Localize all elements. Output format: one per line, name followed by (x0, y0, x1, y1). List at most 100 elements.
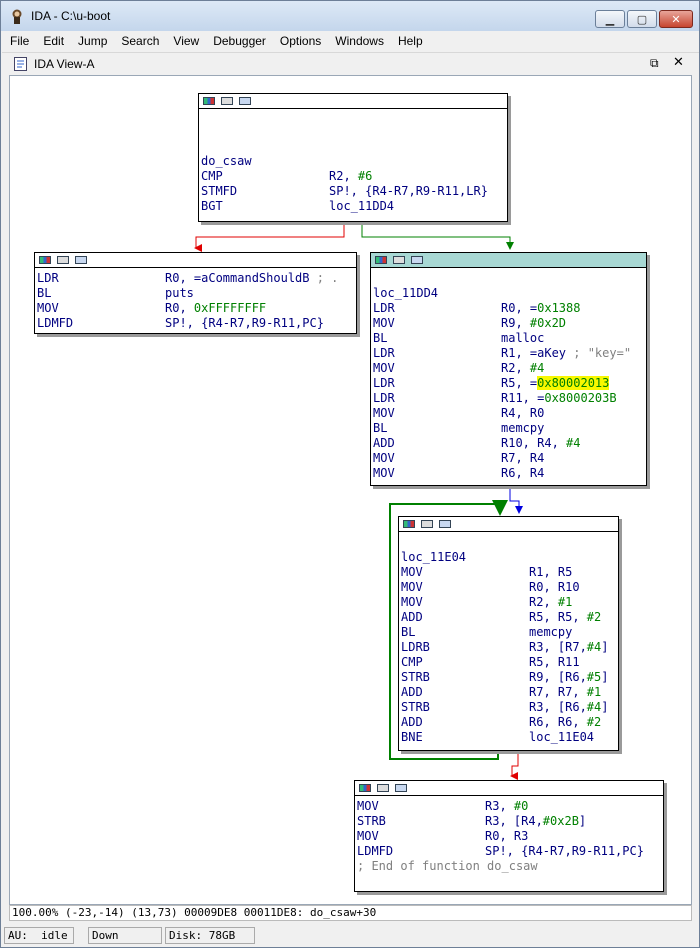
instruction-line[interactable]: MOV R0, R10 (399, 580, 618, 595)
restore-view-icon[interactable]: ⧉ (650, 56, 659, 71)
instruction-line[interactable]: LDR R11, =0x8000203B (371, 391, 646, 406)
operand[interactable]: SP!, {R4-R7,R9-R11,PC} (165, 316, 324, 330)
menu-file[interactable]: File (10, 34, 29, 48)
operand[interactable]: ] (601, 700, 608, 714)
instruction-line[interactable]: MOV R3, #0 (355, 799, 663, 814)
instruction-line[interactable]: LDR R0, =aCommandShouldB ; . (35, 271, 356, 286)
instruction-line[interactable]: LDR R1, =aKey ; "key=" (371, 346, 646, 361)
minimize-button[interactable]: ▁ (595, 10, 625, 28)
operand[interactable]: R2, (529, 595, 558, 609)
operand[interactable]: R9, (501, 316, 530, 330)
instruction-line[interactable]: MOV R2, #4 (371, 361, 646, 376)
group-icon[interactable] (75, 256, 87, 264)
operand[interactable]: #0 (514, 799, 528, 813)
operand[interactable]: #4 (530, 361, 544, 375)
graph-canvas[interactable]: do_csaw CMP R2, #6 STMFD SP!, {R4-R7,R9-R11,… (9, 75, 692, 905)
operand[interactable]: #2 (587, 610, 601, 624)
operand[interactable]: R5, R11 (529, 655, 580, 669)
operand[interactable]: R0, =aCommandShouldB (165, 271, 317, 285)
menu-options[interactable]: Options (280, 34, 321, 48)
operand[interactable]: puts (165, 286, 194, 300)
instruction-line[interactable]: ADD R5, R5, #2 (399, 610, 618, 625)
operand[interactable]: R6, R6, (529, 715, 587, 729)
label-text[interactable]: loc_11DD4 (373, 286, 438, 300)
instruction-line[interactable]: LDMFD SP!, {R4-R7,R9-R11,PC} (35, 316, 356, 331)
operand[interactable]: R3, [R7, (529, 640, 587, 654)
operand[interactable]: SP!, {R4-R7,R9-R11,PC} (485, 844, 644, 858)
operand[interactable]: ] (601, 640, 608, 654)
instruction-line[interactable]: ADD R10, R4, #4 (371, 436, 646, 451)
operand[interactable]: loc_11E04 (529, 730, 594, 744)
label-text[interactable]: do_csaw (201, 154, 252, 168)
operand[interactable]: ] (601, 670, 608, 684)
menu-help[interactable]: Help (398, 34, 423, 48)
operand[interactable]: R2, (329, 169, 358, 183)
graph-icon[interactable] (359, 784, 371, 792)
instruction-line[interactable]: CMP R5, R11 (399, 655, 618, 670)
operand[interactable]: R0, (165, 301, 194, 315)
operand[interactable]: R2, (501, 361, 530, 375)
operand[interactable]: 0x1388 (537, 301, 580, 315)
block-function-end[interactable]: MOV R3, #0 STRB R3, [R4,#0x2B] MOV R0, R3 LDMF… (354, 780, 664, 892)
operand[interactable]: R0, R10 (529, 580, 580, 594)
graph-icon[interactable] (203, 97, 215, 105)
rename-icon[interactable] (221, 97, 233, 105)
operand[interactable]: #4 (587, 640, 601, 654)
group-icon[interactable] (439, 520, 451, 528)
operand[interactable]: #4 (587, 700, 601, 714)
menu-view[interactable]: View (173, 34, 199, 48)
operand[interactable]: ; "key=" (573, 346, 631, 360)
operand[interactable]: malloc (501, 331, 544, 345)
instruction-line[interactable]: LDMFD SP!, {R4-R7,R9-R11,PC} (355, 844, 663, 859)
rename-icon[interactable] (393, 256, 405, 264)
instruction-line[interactable]: STRB R9, [R6,#5] (399, 670, 618, 685)
operand[interactable]: loc_11DD4 (329, 199, 394, 213)
instruction-line[interactable]: MOV R0, R3 (355, 829, 663, 844)
instruction-line[interactable]: MOV R2, #1 (399, 595, 618, 610)
close-button[interactable]: ✕ (659, 10, 693, 28)
instruction-line[interactable]: MOV R9, #0x2D (371, 316, 646, 331)
operand[interactable]: R5, R5, (529, 610, 587, 624)
operand[interactable]: R3, (485, 799, 514, 813)
operand[interactable]: R4, R0 (501, 406, 544, 420)
operand[interactable]: memcpy (529, 625, 572, 639)
instruction-line[interactable]: BL memcpy (399, 625, 618, 640)
operand[interactable]: ] (579, 814, 586, 828)
operand[interactable]: R5, = (501, 376, 537, 390)
instruction-line[interactable]: STRB R3, [R6,#4] (399, 700, 618, 715)
instruction-line[interactable]: BL memcpy (371, 421, 646, 436)
group-icon[interactable] (239, 97, 251, 105)
instruction-line[interactable]: BL puts (35, 286, 356, 301)
instruction-line[interactable]: BGT loc_11DD4 (199, 199, 507, 214)
instruction-line[interactable]: BL malloc (371, 331, 646, 346)
rename-icon[interactable] (377, 784, 389, 792)
instruction-line[interactable]: BNE loc_11E04 (399, 730, 618, 745)
operand[interactable]: #1 (587, 685, 601, 699)
block-do-csaw[interactable]: do_csaw CMP R2, #6 STMFD SP!, {R4-R7,R9-R11,… (198, 93, 508, 222)
title-bar[interactable]: IDA - C:\u-boot ▁ ▢ ✕ (1, 1, 699, 31)
operand[interactable]: #6 (358, 169, 372, 183)
code-comment[interactable]: ; End of function do_csaw (355, 859, 663, 874)
code-label[interactable]: loc_11DD4 (371, 286, 646, 301)
operand[interactable]: R7, R4 (501, 451, 544, 465)
operand[interactable]: #1 (558, 595, 572, 609)
rename-icon[interactable] (421, 520, 433, 528)
operand[interactable]: R3, [R4, (485, 814, 543, 828)
instruction-line[interactable]: STRB R3, [R4,#0x2B] (355, 814, 663, 829)
graph-icon[interactable] (403, 520, 415, 528)
instruction-line[interactable]: MOV R0, 0xFFFFFFFF (35, 301, 356, 316)
operand[interactable]: R1, R5 (529, 565, 572, 579)
operand[interactable]: 0xFFFFFFFF (194, 301, 266, 315)
code-label[interactable]: do_csaw (199, 154, 507, 169)
menu-search[interactable]: Search (121, 34, 159, 48)
operand[interactable]: R10, R4, (501, 436, 566, 450)
operand[interactable]: R1, =aKey (501, 346, 573, 360)
menu-debugger[interactable]: Debugger (213, 34, 266, 48)
group-icon[interactable] (411, 256, 423, 264)
tab-ida-view-a[interactable]: IDA View-A (34, 57, 94, 71)
instruction-line[interactable]: MOV R1, R5 (399, 565, 618, 580)
operand[interactable]: 0x8000203B (544, 391, 616, 405)
graph-icon[interactable] (375, 256, 387, 264)
operand[interactable]: SP!, {R4-R7,R9-R11,LR} (329, 184, 488, 198)
instruction-line[interactable]: ADD R6, R6, #2 (399, 715, 618, 730)
